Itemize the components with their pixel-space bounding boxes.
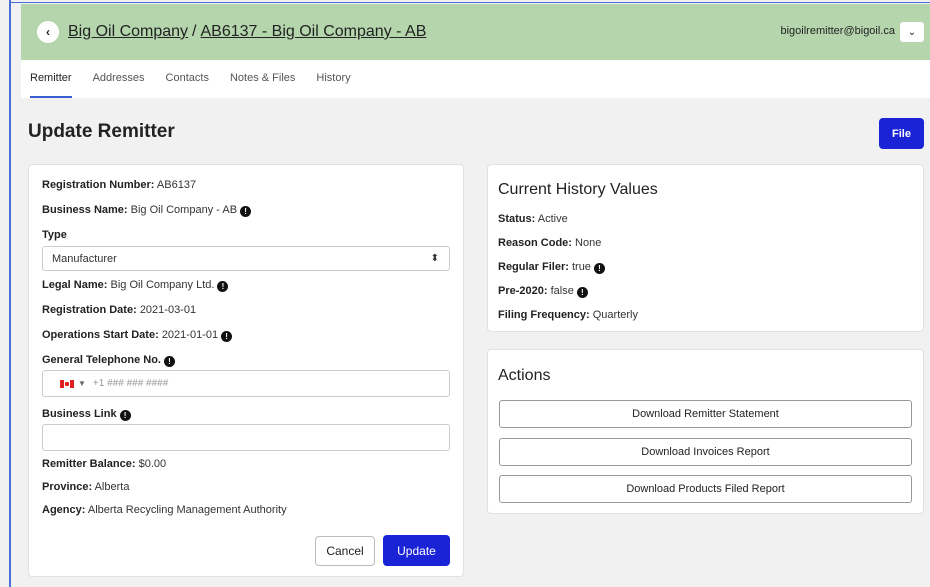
regular-filer-value: true <box>571 261 591 273</box>
registration-number-label: Registration Number: <box>42 179 155 191</box>
regular-filer-label: Regular Filer: <box>498 261 569 273</box>
page-title: Update Remitter <box>28 121 175 142</box>
status-row: Status: Active <box>498 213 568 225</box>
history-heading: Current History Values <box>498 181 658 198</box>
type-label: Type <box>42 229 67 241</box>
province-value: Alberta <box>94 481 130 493</box>
type-select[interactable]: Manufacturer ⬍ <box>42 246 450 271</box>
download-remitter-statement-button[interactable]: Download Remitter Statement <box>499 400 912 428</box>
status-value: Active <box>537 213 568 225</box>
registration-number-row: Registration Number: AB6137 <box>42 179 196 191</box>
current-history-card: Current History Values Status: Active Re… <box>487 164 924 332</box>
canada-flag-icon[interactable] <box>60 379 74 388</box>
reason-code-label: Reason Code: <box>498 237 572 249</box>
download-invoices-report-button[interactable]: Download Invoices Report <box>499 438 912 466</box>
file-button[interactable]: File <box>879 118 924 149</box>
user-email: bigoilremitter@bigoil.ca <box>780 25 896 37</box>
cancel-button[interactable]: Cancel <box>315 536 375 566</box>
frame-left-border <box>9 0 11 587</box>
agency-label: Agency: <box>42 504 86 516</box>
remitter-balance-label: Remitter Balance: <box>42 458 136 470</box>
telephone-label: General Telephone No. <box>42 354 161 366</box>
info-icon[interactable]: ! <box>164 356 175 367</box>
tab-contacts[interactable]: Contacts <box>166 60 209 98</box>
legal-name-label: Legal Name: <box>42 279 108 291</box>
operations-start-date-row: Operations Start Date: 2021-01-01! <box>42 329 233 342</box>
reason-code-row: Reason Code: None <box>498 237 601 249</box>
business-link-label: Business Link <box>42 408 117 420</box>
type-select-value: Manufacturer <box>52 253 117 265</box>
actions-card: Actions Download Remitter Statement Down… <box>487 349 924 514</box>
reason-code-value: None <box>575 237 602 249</box>
telephone-label-row: General Telephone No.! <box>42 354 175 367</box>
info-icon[interactable]: ! <box>576 287 588 298</box>
registration-date-label: Registration Date: <box>42 304 137 316</box>
telephone-input[interactable]: ▼ +1 ### ### #### <box>42 370 450 397</box>
filing-frequency-label: Filing Frequency: <box>498 309 590 321</box>
status-label: Status: <box>498 213 536 225</box>
back-arrow-icon[interactable]: ‹ <box>37 21 59 43</box>
business-link-input[interactable] <box>42 424 450 451</box>
business-name-row: Business Name: Big Oil Company - AB! <box>42 204 252 217</box>
info-icon[interactable]: ! <box>593 263 605 274</box>
remitter-balance-row: Remitter Balance: $0.00 <box>42 458 166 470</box>
info-icon[interactable]: ! <box>217 281 229 292</box>
tab-remitter[interactable]: Remitter <box>30 60 72 98</box>
frame-top-border <box>9 2 930 3</box>
tab-bar: Remitter Addresses Contacts Notes & File… <box>21 60 930 98</box>
operations-start-date-label: Operations Start Date: <box>42 329 159 341</box>
tab-addresses[interactable]: Addresses <box>93 60 145 98</box>
province-row: Province: Alberta <box>42 481 129 493</box>
info-icon[interactable]: ! <box>240 206 252 217</box>
pre-2020-label: Pre-2020: <box>498 285 548 297</box>
update-button[interactable]: Update <box>383 535 450 566</box>
agency-value: Alberta Recycling Management Authority <box>87 504 287 516</box>
remitter-balance-value: $0.00 <box>138 458 167 470</box>
actions-heading: Actions <box>498 367 551 384</box>
registration-date-row: Registration Date: 2021-03-01 <box>42 304 196 316</box>
remitter-form-card: Registration Number: AB6137 Business Nam… <box>28 164 464 577</box>
tab-notes-files[interactable]: Notes & Files <box>230 60 295 98</box>
filing-frequency-value: Quarterly <box>592 309 638 321</box>
download-products-filed-report-button[interactable]: Download Products Filed Report <box>499 475 912 503</box>
telephone-placeholder: +1 ### ### #### <box>92 378 169 389</box>
pre-2020-value: false <box>550 285 574 297</box>
breadcrumb-separator: / <box>192 23 197 40</box>
business-name-label: Business Name: <box>42 204 128 216</box>
legal-name-value: Big Oil Company Ltd. <box>110 279 215 291</box>
legal-name-row: Legal Name: Big Oil Company Ltd.! <box>42 279 229 292</box>
type-label-row: Type <box>42 229 67 241</box>
country-caret-down-icon[interactable]: ▼ <box>78 379 86 388</box>
tab-history[interactable]: History <box>316 60 350 98</box>
breadcrumb-company-link[interactable]: Big Oil Company <box>68 23 188 40</box>
business-name-value: Big Oil Company - AB <box>130 204 238 216</box>
pre-2020-row: Pre-2020: false! <box>498 285 588 298</box>
breadcrumb: Big Oil Company / AB6137 - Big Oil Company… <box>68 23 426 41</box>
breadcrumb-remitter-link[interactable]: AB6137 - Big Oil Company - AB <box>201 23 427 40</box>
operations-start-date-value: 2021-01-01 <box>161 329 219 341</box>
info-icon[interactable]: ! <box>221 331 233 342</box>
agency-row: Agency: Alberta Recycling Management Aut… <box>42 504 287 516</box>
regular-filer-row: Regular Filer: true! <box>498 261 605 274</box>
select-updown-icon: ⬍ <box>430 253 439 264</box>
remitter-header: ‹ Big Oil Company / AB6137 - Big Oil Compa… <box>21 4 930 60</box>
info-icon[interactable]: ! <box>119 410 131 421</box>
business-link-label-row: Business Link! <box>42 408 131 421</box>
filing-frequency-row: Filing Frequency: Quarterly <box>498 309 638 321</box>
registration-number-value: AB6137 <box>156 179 197 191</box>
registration-date-value: 2021-03-01 <box>139 304 197 316</box>
user-menu-chevron-down-icon[interactable]: ⌄ <box>900 22 924 42</box>
province-label: Province: <box>42 481 93 493</box>
